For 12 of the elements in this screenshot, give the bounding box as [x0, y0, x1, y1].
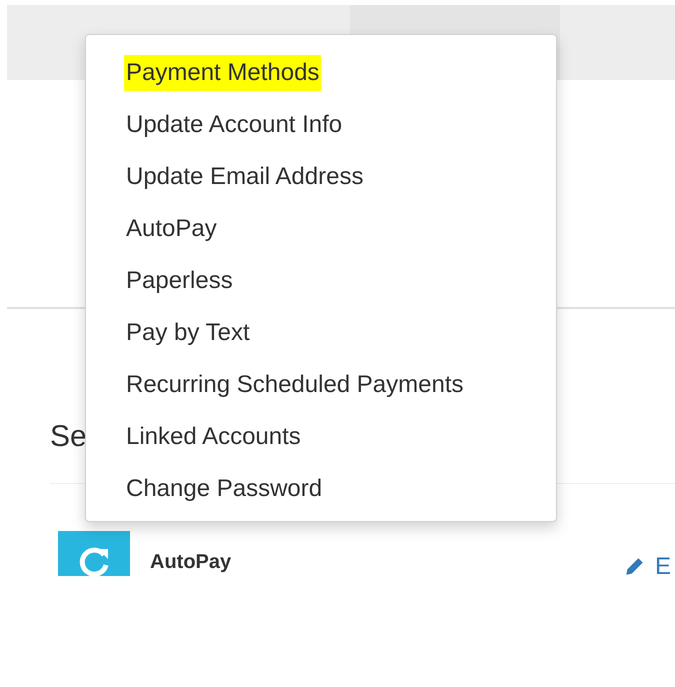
menu-item[interactable]: Paperless — [124, 263, 235, 299]
menu-item[interactable]: AutoPay — [124, 211, 219, 247]
menu-item[interactable]: Update Email Address — [124, 159, 366, 195]
section-heading: Se — [50, 419, 87, 455]
menu-item[interactable]: Change Password — [124, 471, 324, 507]
menu-item[interactable]: Linked Accounts — [124, 419, 303, 455]
menu-item[interactable]: Pay by Text — [124, 315, 252, 351]
row-title: AutoPay — [150, 551, 232, 573]
menu-item[interactable]: Update Account Info — [124, 107, 344, 143]
menu-item[interactable]: Payment Methods — [124, 55, 322, 91]
menu-item[interactable]: Recurring Scheduled Payments — [124, 367, 466, 403]
edit-link[interactable]: E — [622, 553, 671, 576]
